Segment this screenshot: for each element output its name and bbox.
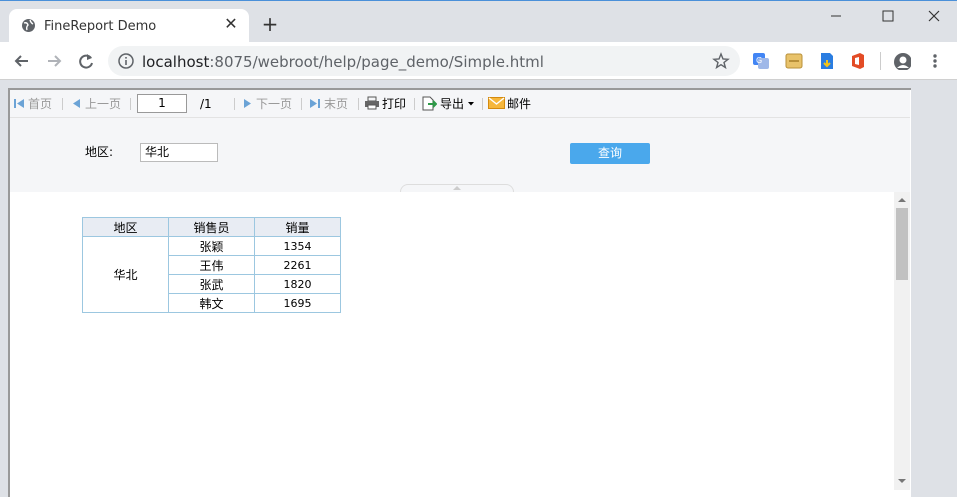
sales-cell: 1354 xyxy=(254,236,341,256)
query-button[interactable]: 查询 xyxy=(570,143,650,164)
tab-close-icon[interactable]: ✕ xyxy=(222,14,240,34)
prev-page-icon xyxy=(73,99,80,108)
close-window-icon[interactable] xyxy=(924,6,944,26)
sales-cell: 1820 xyxy=(254,274,341,294)
toolbar-separator xyxy=(62,98,63,110)
first-page-button[interactable]: 首页 xyxy=(28,96,52,112)
salesperson-cell: 王伟 xyxy=(168,255,255,275)
prev-page-button[interactable]: 上一页 xyxy=(85,96,121,112)
bookmark-extension-icon[interactable] xyxy=(785,52,803,70)
header-cell: 销量 xyxy=(254,217,341,237)
toolbar-separator xyxy=(301,98,302,110)
print-icon xyxy=(365,96,379,110)
page-number-input[interactable]: 1 xyxy=(137,94,187,113)
toolbar-separator xyxy=(358,98,359,110)
mail-icon xyxy=(488,97,505,109)
scrollbar-thumb[interactable] xyxy=(896,208,908,280)
header-cell: 地区 xyxy=(82,217,169,237)
region-cell: 华北 xyxy=(82,236,169,313)
scroll-down-arrow-icon[interactable] xyxy=(897,477,907,485)
report-table: 地区 销售员 销量 华北 张颖 1354 王伟 2261 张武 1820 韩文 … xyxy=(82,217,341,313)
reload-icon[interactable] xyxy=(76,51,96,71)
office-extension-icon[interactable] xyxy=(849,52,867,70)
next-page-button[interactable]: 下一页 xyxy=(256,96,292,112)
print-button[interactable]: 打印 xyxy=(382,96,406,112)
svg-text:G: G xyxy=(756,56,762,65)
next-page-icon xyxy=(244,99,251,108)
account-icon[interactable] xyxy=(893,52,911,70)
export-icon xyxy=(422,96,437,111)
url-text[interactable]: localhost:8075/webroot/help/page_demo/Si… xyxy=(142,53,544,71)
toolbar-separator xyxy=(482,98,483,110)
last-page-icon xyxy=(310,99,320,108)
translate-extension-icon[interactable]: G xyxy=(752,52,770,70)
new-tab-button[interactable]: + xyxy=(260,12,280,36)
toolbar-separator xyxy=(234,98,235,110)
last-page-button[interactable]: 末页 xyxy=(324,96,348,112)
tab-title: FineReport Demo xyxy=(44,19,157,34)
toolbar-divider xyxy=(880,52,881,70)
info-icon[interactable] xyxy=(117,52,135,70)
sales-cell: 1695 xyxy=(254,293,341,313)
url-host: localhost xyxy=(142,53,210,71)
table-row: 华北 张颖 1354 xyxy=(82,236,341,313)
forward-arrow-icon[interactable] xyxy=(44,51,64,71)
first-page-icon xyxy=(14,99,24,108)
toolbar-separator xyxy=(130,98,131,110)
salesperson-cell: 张颖 xyxy=(168,236,255,256)
globe-icon xyxy=(22,19,35,32)
mail-button[interactable]: 邮件 xyxy=(507,96,531,112)
maximize-icon[interactable] xyxy=(878,6,898,26)
salesperson-cell: 张武 xyxy=(168,274,255,294)
back-arrow-icon[interactable] xyxy=(12,51,32,71)
download-extension-icon[interactable] xyxy=(818,52,836,70)
sales-cell: 2261 xyxy=(254,255,341,275)
export-button[interactable]: 导出 xyxy=(440,96,464,112)
table-header-row: 地区 销售员 销量 xyxy=(82,217,341,237)
chevron-down-icon[interactable] xyxy=(467,101,475,107)
region-label: 地区: xyxy=(85,145,114,159)
url-path: :8075/webroot/help/page_demo/Simple.html xyxy=(209,53,544,71)
menu-icon[interactable] xyxy=(928,52,946,70)
page-total: /1 xyxy=(200,97,212,111)
toolbar-separator xyxy=(414,98,415,110)
header-cell: 销售员 xyxy=(168,217,255,237)
minimize-icon[interactable] xyxy=(826,6,846,26)
star-icon[interactable] xyxy=(712,52,730,70)
scroll-up-arrow-icon[interactable] xyxy=(897,196,907,204)
collapse-arrow-icon[interactable] xyxy=(452,185,462,191)
region-input[interactable]: 华北 xyxy=(140,143,218,162)
salesperson-cell: 韩文 xyxy=(168,293,255,313)
